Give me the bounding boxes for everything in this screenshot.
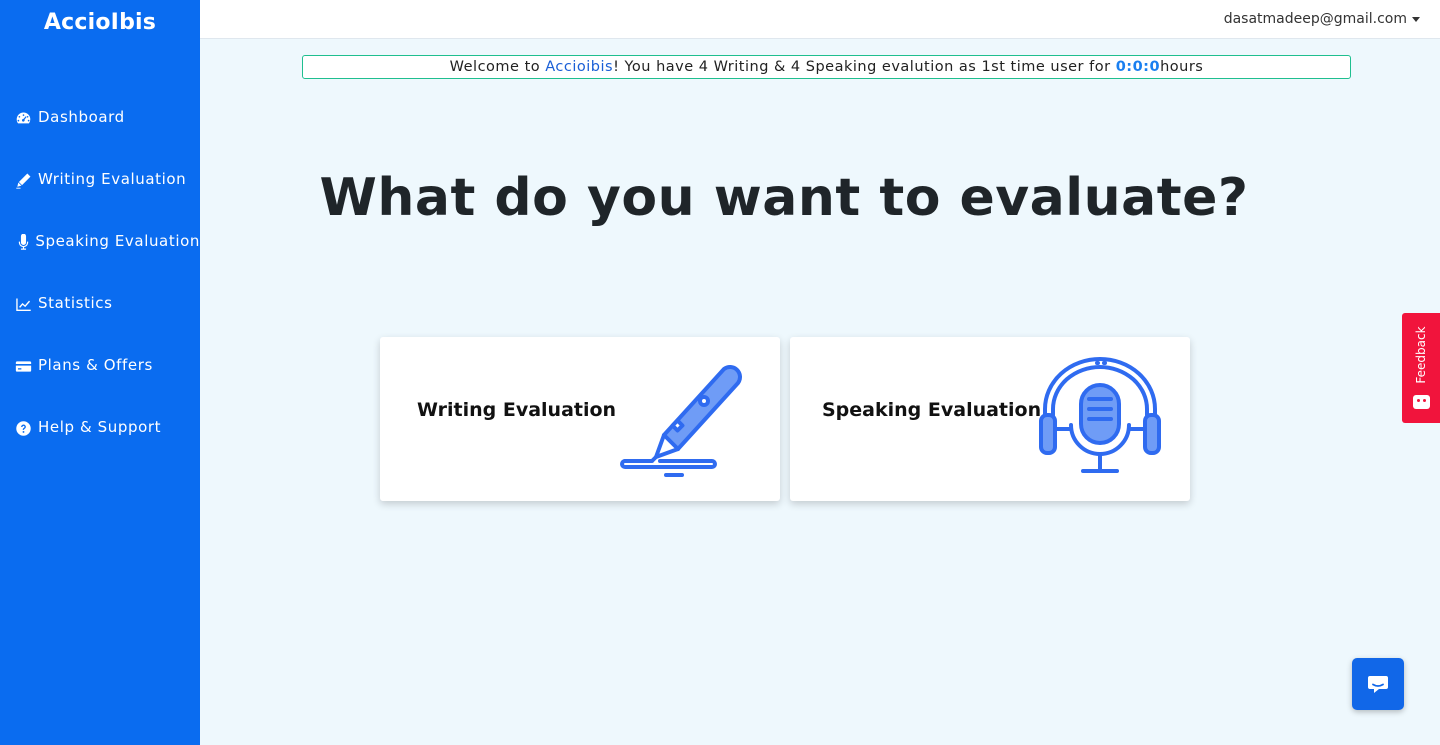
chat-widget-button[interactable]	[1352, 658, 1404, 710]
user-email: dasatmadeep@gmail.com	[1223, 11, 1407, 27]
sidebar-item-writing-evaluation[interactable]: Writing Evaluation	[0, 166, 200, 228]
feedback-tab[interactable]: Feedback	[1402, 313, 1440, 423]
sidebar-item-label: Writing Evaluation	[38, 170, 187, 188]
smiley-face-icon	[1413, 395, 1430, 409]
credit-card-icon	[15, 356, 35, 376]
user-menu-dropdown[interactable]: dasatmadeep@gmail.com	[1224, 11, 1420, 27]
banner-prefix: Welcome to	[449, 59, 546, 75]
brand-logo[interactable]: AccioIbis	[0, 10, 200, 35]
pencil-icon	[15, 170, 35, 190]
sidebar-item-dashboard[interactable]: Dashboard	[0, 104, 200, 166]
dashboard-gauge-icon	[15, 108, 35, 128]
banner-suffix: hours	[1160, 59, 1204, 75]
caret-down-icon	[1412, 16, 1420, 22]
line-chart-icon	[15, 294, 35, 314]
page-headline: What do you want to evaluate?	[319, 168, 1249, 228]
speaking-evaluation-card[interactable]: Speaking Evaluation	[790, 337, 1190, 501]
sidebar-item-label: Speaking Evaluation	[35, 232, 200, 250]
microphone-icon	[15, 232, 32, 252]
sidebar-item-plans-offers[interactable]: Plans & Offers	[0, 352, 200, 414]
welcome-banner: Welcome to Accioibis! You have 4 Writing…	[302, 55, 1351, 79]
sidebar-item-label: Statistics	[38, 294, 113, 312]
card-label: Speaking Evaluation	[822, 399, 1042, 421]
pen-illustration-icon	[620, 365, 742, 477]
sidebar-item-label: Plans & Offers	[38, 356, 153, 374]
sidebar-item-label: Dashboard	[38, 108, 125, 126]
question-circle-icon	[15, 418, 35, 438]
feedback-label: Feedback	[1414, 326, 1428, 384]
trial-timer: 0:0:0	[1115, 59, 1161, 75]
top-bar: dasatmadeep@gmail.com	[200, 0, 1440, 39]
sidebar-item-label: Help & Support	[38, 418, 162, 436]
chat-bubble-icon	[1368, 676, 1388, 693]
microphone-headphones-illustration-icon	[1039, 357, 1161, 473]
sidebar-nav: Dashboard Writing Evaluation Speaking Ev…	[0, 104, 200, 476]
writing-evaluation-card[interactable]: Writing Evaluation	[380, 337, 780, 501]
banner-brand: Accioibis	[545, 59, 614, 75]
sidebar-item-speaking-evaluation[interactable]: Speaking Evaluation	[0, 228, 200, 290]
banner-message: ! You have 4 Writing & 4 Speaking evalut…	[613, 59, 1116, 75]
sidebar-item-statistics[interactable]: Statistics	[0, 290, 200, 352]
sidebar: AccioIbis Dashboard Writing Evaluation S…	[0, 0, 200, 745]
card-label: Writing Evaluation	[417, 399, 617, 421]
sidebar-item-help-support[interactable]: Help & Support	[0, 414, 200, 476]
